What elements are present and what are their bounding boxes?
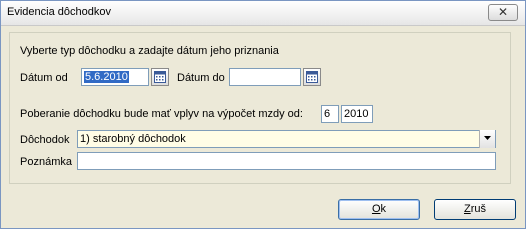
pension-select[interactable]: 1) starobný dôchodok	[77, 130, 496, 148]
window-title: Evidencia dôchodkov	[7, 6, 111, 18]
ok-accelerator: O	[371, 203, 381, 215]
note-input[interactable]	[77, 152, 496, 170]
calendar-icon	[306, 71, 318, 83]
pension-dropdown-button[interactable]	[479, 130, 495, 148]
date-to-input[interactable]	[229, 68, 301, 86]
pension-value: 1) starobný dôchodok	[80, 133, 186, 145]
cancel-accelerator: Z	[463, 203, 471, 215]
ok-button[interactable]: Ok	[338, 199, 420, 220]
calendar-icon	[154, 71, 166, 83]
date-from-input[interactable]: 5.6.2010	[81, 68, 149, 86]
close-button[interactable]: ✕	[488, 4, 518, 21]
date-from-calendar-button[interactable]	[151, 68, 169, 86]
date-to-calendar-button[interactable]	[303, 68, 321, 86]
note-label: Poznámka	[20, 156, 72, 168]
cancel-button[interactable]: Zruš	[434, 199, 516, 220]
effect-year-input[interactable]: 2010	[341, 105, 373, 123]
effect-label: Poberanie dôchodku bude mať vplyv na výp…	[20, 108, 303, 120]
title-bar: Evidencia dôchodkov ✕	[1, 1, 525, 26]
effect-year-value: 2010	[344, 108, 369, 120]
date-to-label: Dátum do	[177, 72, 225, 84]
cancel-label: ruš	[470, 203, 486, 215]
dialog-window: Evidencia dôchodkov ✕ Vyberte typ dôchod…	[0, 0, 526, 229]
effect-month-input[interactable]: 6	[321, 105, 339, 123]
date-from-value: 5.6.2010	[84, 71, 129, 83]
close-icon: ✕	[497, 5, 509, 19]
effect-month-value: 6	[324, 108, 331, 120]
ok-label: k	[380, 203, 387, 215]
instruction-text: Vyberte typ dôchodku a zadajte dátum jeh…	[20, 45, 279, 57]
pension-label: Dôchodok	[20, 134, 70, 146]
chevron-down-icon	[484, 136, 491, 140]
date-from-label: Dátum od	[20, 72, 68, 84]
